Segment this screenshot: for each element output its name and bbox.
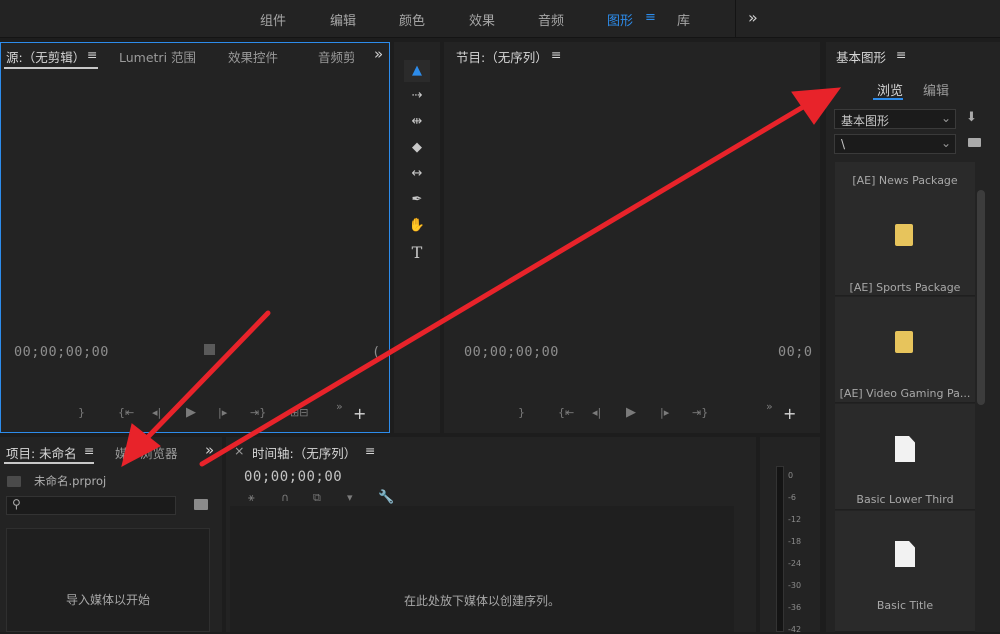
arrow-line [142, 310, 271, 443]
arrow-line [199, 101, 811, 467]
arrow-head-right [791, 87, 842, 125]
annotation-arrows [121, 87, 842, 467]
